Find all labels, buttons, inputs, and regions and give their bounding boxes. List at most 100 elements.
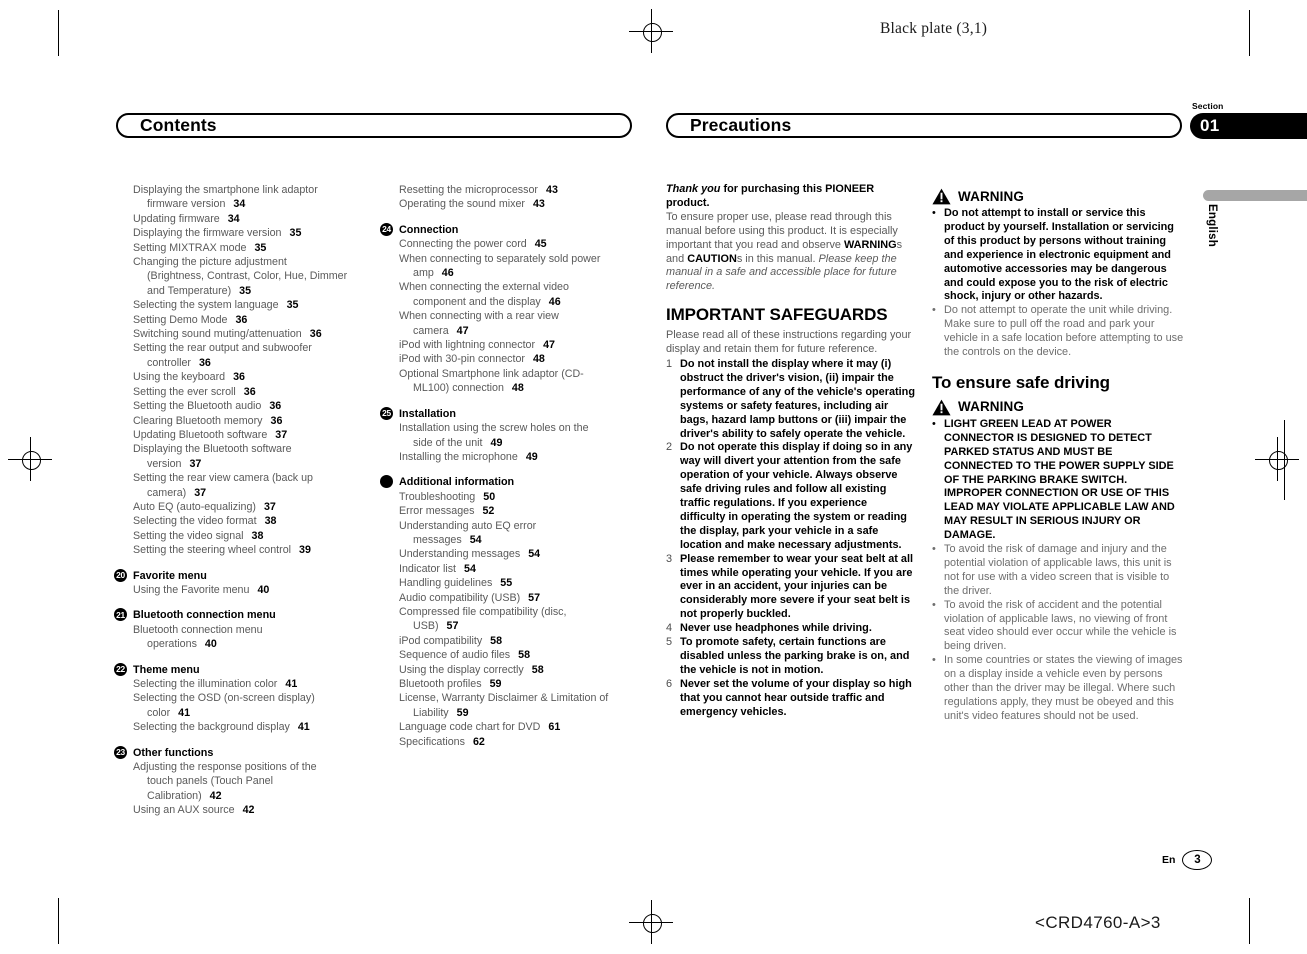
- toc-entry[interactable]: touch panels (Touch Panel: [133, 774, 388, 788]
- toc-entry[interactable]: When connecting to separately sold power: [399, 252, 654, 266]
- toc-entry[interactable]: component and the display 46: [399, 295, 654, 309]
- toc-entry[interactable]: Error messages 52: [399, 504, 654, 518]
- toc-group: 25 Installation Installation using the scr…: [380, 406, 654, 465]
- toc-entry[interactable]: Sequence of audio files 58: [399, 648, 654, 662]
- toc-entry[interactable]: Bluetooth profiles 59: [399, 677, 654, 691]
- toc-entry-text: Specifications: [399, 735, 465, 748]
- toc-entry[interactable]: Selecting the OSD (on-screen display): [133, 691, 388, 705]
- toc-entry[interactable]: License, Warranty Disclaimer & Limitatio…: [399, 691, 654, 705]
- toc-entry[interactable]: USB) 57: [399, 619, 654, 633]
- toc-entry[interactable]: side of the unit 49: [399, 436, 654, 450]
- toc-entry[interactable]: Installing the microphone 49: [399, 450, 654, 464]
- toc-entry[interactable]: Selecting the background display 41: [133, 720, 388, 734]
- toc-entry[interactable]: Using the Favorite menu 40: [133, 583, 388, 597]
- toc-entry[interactable]: Displaying the smartphone link adaptor: [133, 183, 388, 197]
- toc-entry[interactable]: camera) 37: [133, 486, 388, 500]
- toc-entry[interactable]: Setting the video signal 38: [133, 529, 388, 543]
- toc-entry-text: Using an AUX source: [133, 804, 235, 817]
- intro-cautions-word: CAUTION: [687, 252, 737, 265]
- toc-entry[interactable]: Selecting the video format 38: [133, 514, 388, 528]
- toc-page-number: 40: [204, 638, 217, 651]
- toc-entry-text: camera: [413, 324, 449, 337]
- toc-entry[interactable]: Operating the sound mixer 43: [399, 197, 654, 211]
- toc-entry[interactable]: Connecting the power cord 45: [399, 237, 654, 251]
- toc-entry[interactable]: Setting MIXTRAX mode 35: [133, 241, 388, 255]
- toc-entry[interactable]: Clearing Bluetooth memory 36: [133, 414, 388, 428]
- toc-entry[interactable]: Updating firmware 34: [133, 212, 388, 226]
- toc-entry[interactable]: color 41: [133, 706, 388, 720]
- toc-entry[interactable]: Compressed file compatibility (disc,: [399, 605, 654, 619]
- warning-2-list: • LIGHT GREEN LEAD AT POWER CONNECTOR IS …: [932, 418, 1184, 724]
- toc-entry[interactable]: Language code chart for DVD 61: [399, 720, 654, 734]
- toc-entry-text: iPod compatibility: [399, 634, 483, 647]
- toc-page-number: 35: [254, 241, 267, 254]
- toc-entry[interactable]: Adjusting the response positions of the: [133, 760, 388, 774]
- toc-group-heading[interactable]: 25 Installation: [380, 406, 654, 421]
- toc-group-heading[interactable]: 21 Bluetooth connection menu: [114, 608, 388, 622]
- toc-entry[interactable]: firmware version 34: [133, 197, 388, 211]
- toc-entry[interactable]: Resetting the microprocessor 43: [399, 183, 654, 197]
- toc-entry[interactable]: Indicator list 54: [399, 562, 654, 576]
- toc-entry[interactable]: Audio compatibility (USB) 57: [399, 591, 654, 605]
- toc-entry[interactable]: version 37: [133, 457, 388, 471]
- toc-entry[interactable]: Setting Demo Mode 36: [133, 313, 388, 327]
- toc-entry[interactable]: ML100) connection 48: [399, 381, 654, 395]
- toc-entry[interactable]: Specifications 62: [399, 735, 654, 749]
- toc-entry-text: Setting the rear output and subwoofer: [133, 342, 312, 355]
- toc-entry[interactable]: When connecting the external video: [399, 280, 654, 294]
- toc-entry[interactable]: Troubleshooting 50: [399, 490, 654, 504]
- warning-triangle-icon: [932, 399, 951, 416]
- section-number-badge: 01: [1190, 113, 1307, 139]
- toc-flat-list: Displaying the smartphone link adaptor fi…: [133, 183, 388, 558]
- toc-entry[interactable]: Setting the ever scroll 36: [133, 385, 388, 399]
- toc-entry[interactable]: iPod compatibility 58: [399, 634, 654, 648]
- toc-entry[interactable]: iPod with 30-pin connector 48: [399, 352, 654, 366]
- toc-entry[interactable]: Installation using the screw holes on th…: [399, 421, 654, 435]
- toc-entry-text: Clearing Bluetooth memory: [133, 414, 263, 427]
- toc-entry[interactable]: iPod with lightning connector 47: [399, 338, 654, 352]
- contents-title: Contents: [140, 115, 217, 135]
- toc-entry[interactable]: Bluetooth connection menu: [133, 623, 388, 637]
- warning-bullet-text: In some countries or states the viewing …: [944, 654, 1183, 722]
- toc-page-number: 47: [543, 339, 555, 352]
- toc-entry[interactable]: Displaying the firmware version 35: [133, 226, 388, 240]
- toc-entry[interactable]: Selecting the illumination color 41: [133, 677, 388, 691]
- toc-entry[interactable]: Switching sound muting/attenuation 36: [133, 327, 388, 341]
- toc-group-heading[interactable]: Additional information: [380, 475, 654, 489]
- toc-entry[interactable]: Setting the Bluetooth audio 36: [133, 399, 388, 413]
- toc-entry-text: (Brightness, Contrast, Color, Hue, Dimme…: [147, 270, 348, 283]
- toc-entry[interactable]: operations 40: [133, 637, 388, 651]
- toc-entry[interactable]: Using the display correctly 58: [399, 663, 654, 677]
- toc-entry[interactable]: Using the keyboard 36: [133, 370, 388, 384]
- toc-entry[interactable]: Understanding messages 54: [399, 547, 654, 561]
- toc-group-heading[interactable]: 20 Favorite menu: [114, 568, 388, 583]
- toc-entry[interactable]: camera 47: [399, 324, 654, 338]
- toc-entry[interactable]: Understanding auto EQ error: [399, 519, 654, 533]
- toc-entry[interactable]: Auto EQ (auto-equalizing) 37: [133, 500, 388, 514]
- toc-entry[interactable]: Setting the rear view camera (back up: [133, 471, 388, 485]
- toc-entry[interactable]: Selecting the system language 35: [133, 298, 388, 312]
- toc-group-heading[interactable]: 24 Connection: [380, 222, 654, 237]
- toc-entry[interactable]: Updating Bluetooth software 37: [133, 428, 388, 442]
- toc-entry[interactable]: Setting the rear output and subwoofer: [133, 341, 388, 355]
- toc-group-heading[interactable]: 22 Theme menu: [114, 662, 388, 677]
- precautions-banner: Precautions: [666, 113, 1182, 138]
- toc-entry[interactable]: controller 36: [133, 356, 388, 370]
- toc-entry[interactable]: amp 46: [399, 266, 654, 280]
- toc-entry[interactable]: Optional Smartphone link adaptor (CD-: [399, 367, 654, 381]
- toc-entry[interactable]: messages 54: [399, 533, 654, 547]
- toc-entry[interactable]: and Temperature) 35: [133, 284, 388, 298]
- black-plate-label: Black plate (3,1): [880, 20, 988, 37]
- toc-entry[interactable]: Changing the picture adjustment: [133, 255, 388, 269]
- toc-entry[interactable]: (Brightness, Contrast, Color, Hue, Dimme…: [133, 269, 388, 283]
- toc-entry[interactable]: Calibration) 42: [133, 789, 388, 803]
- toc-entry[interactable]: When connecting with a rear view: [399, 309, 654, 323]
- toc-entry[interactable]: Using an AUX source 42: [133, 803, 388, 817]
- toc-group-heading[interactable]: 23 Other functions: [114, 745, 388, 760]
- warning-label-2: WARNING: [958, 399, 1024, 415]
- toc-entry[interactable]: Setting the steering wheel control 39: [133, 543, 388, 557]
- toc-entry-text: Displaying the Bluetooth software: [133, 443, 292, 456]
- toc-entry[interactable]: Handling guidelines 55: [399, 576, 654, 590]
- toc-entry[interactable]: Displaying the Bluetooth software: [133, 442, 388, 456]
- toc-entry[interactable]: Liability 59: [399, 706, 654, 720]
